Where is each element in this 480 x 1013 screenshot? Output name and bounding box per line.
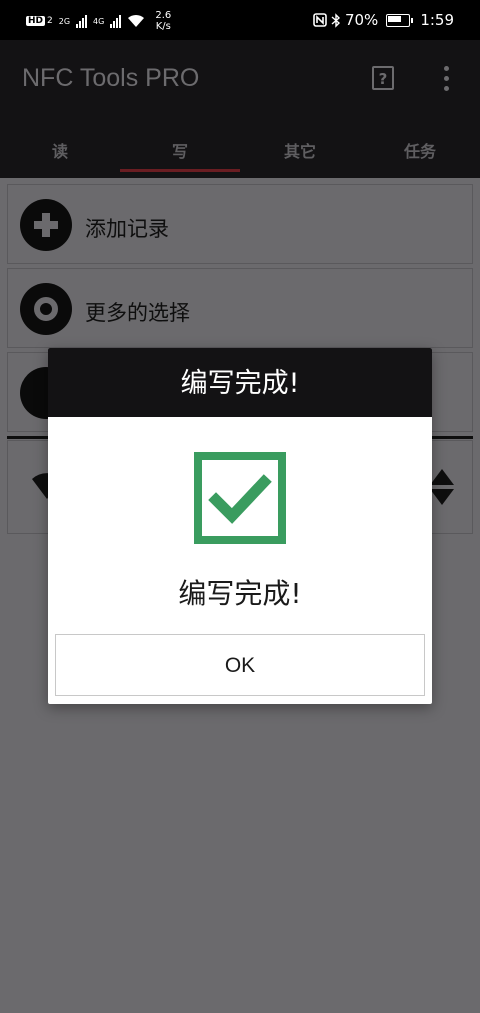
tab-read[interactable]: 读 xyxy=(0,120,120,178)
app-title: NFC Tools PRO xyxy=(22,64,200,92)
add-record-row[interactable]: 添加记录 xyxy=(7,184,473,264)
ok-button[interactable]: OK xyxy=(55,634,425,696)
status-right: 70% 1:59 xyxy=(313,11,454,29)
speed-unit: K/s xyxy=(155,21,171,32)
battery-percent: 70% xyxy=(344,11,379,29)
signal-icon xyxy=(76,14,88,28)
checkbox-checked-icon xyxy=(194,452,286,544)
sort-icon[interactable] xyxy=(428,467,456,507)
more-options-icon[interactable] xyxy=(444,66,450,92)
network-speed: 2.6 K/s xyxy=(155,10,171,32)
signal-icon-2 xyxy=(110,14,122,28)
wifi-status-icon xyxy=(128,14,145,27)
plus-icon xyxy=(20,199,72,251)
dialog-title: 编写完成! xyxy=(48,348,432,417)
more-options-row[interactable]: 更多的选择 xyxy=(7,268,473,348)
app-bar: NFC Tools PRO ? xyxy=(0,40,480,120)
status-bar: HD 2 2G 4G 2.6 K/s 70% 1:59 xyxy=(0,0,480,40)
help-icon[interactable]: ? xyxy=(372,66,394,90)
tab-write[interactable]: 写 xyxy=(120,120,240,178)
hd-badge: HD xyxy=(26,16,46,26)
tab-bar: 读 写 其它 任务 xyxy=(0,120,480,178)
more-options-label: 更多的选择 xyxy=(85,301,190,325)
status-left: HD 2 2G 4G 2.6 K/s xyxy=(26,10,171,32)
network-2g-label: 2G xyxy=(58,16,71,26)
nfc-icon xyxy=(313,13,327,27)
network-4g-label: 4G xyxy=(93,16,105,26)
write-complete-dialog: 编写完成! 编写完成! OK xyxy=(48,348,432,704)
dialog-message: 编写完成! xyxy=(178,577,302,610)
bluetooth-icon xyxy=(331,12,340,28)
clock: 1:59 xyxy=(420,11,454,29)
speed-value: 2.6 xyxy=(155,10,172,21)
battery-icon xyxy=(386,13,414,27)
wrench-icon xyxy=(20,283,72,335)
tab-tasks[interactable]: 任务 xyxy=(360,120,480,178)
tab-other[interactable]: 其它 xyxy=(240,120,360,178)
add-record-label: 添加记录 xyxy=(85,217,169,241)
sim-index: 2 xyxy=(47,16,53,26)
